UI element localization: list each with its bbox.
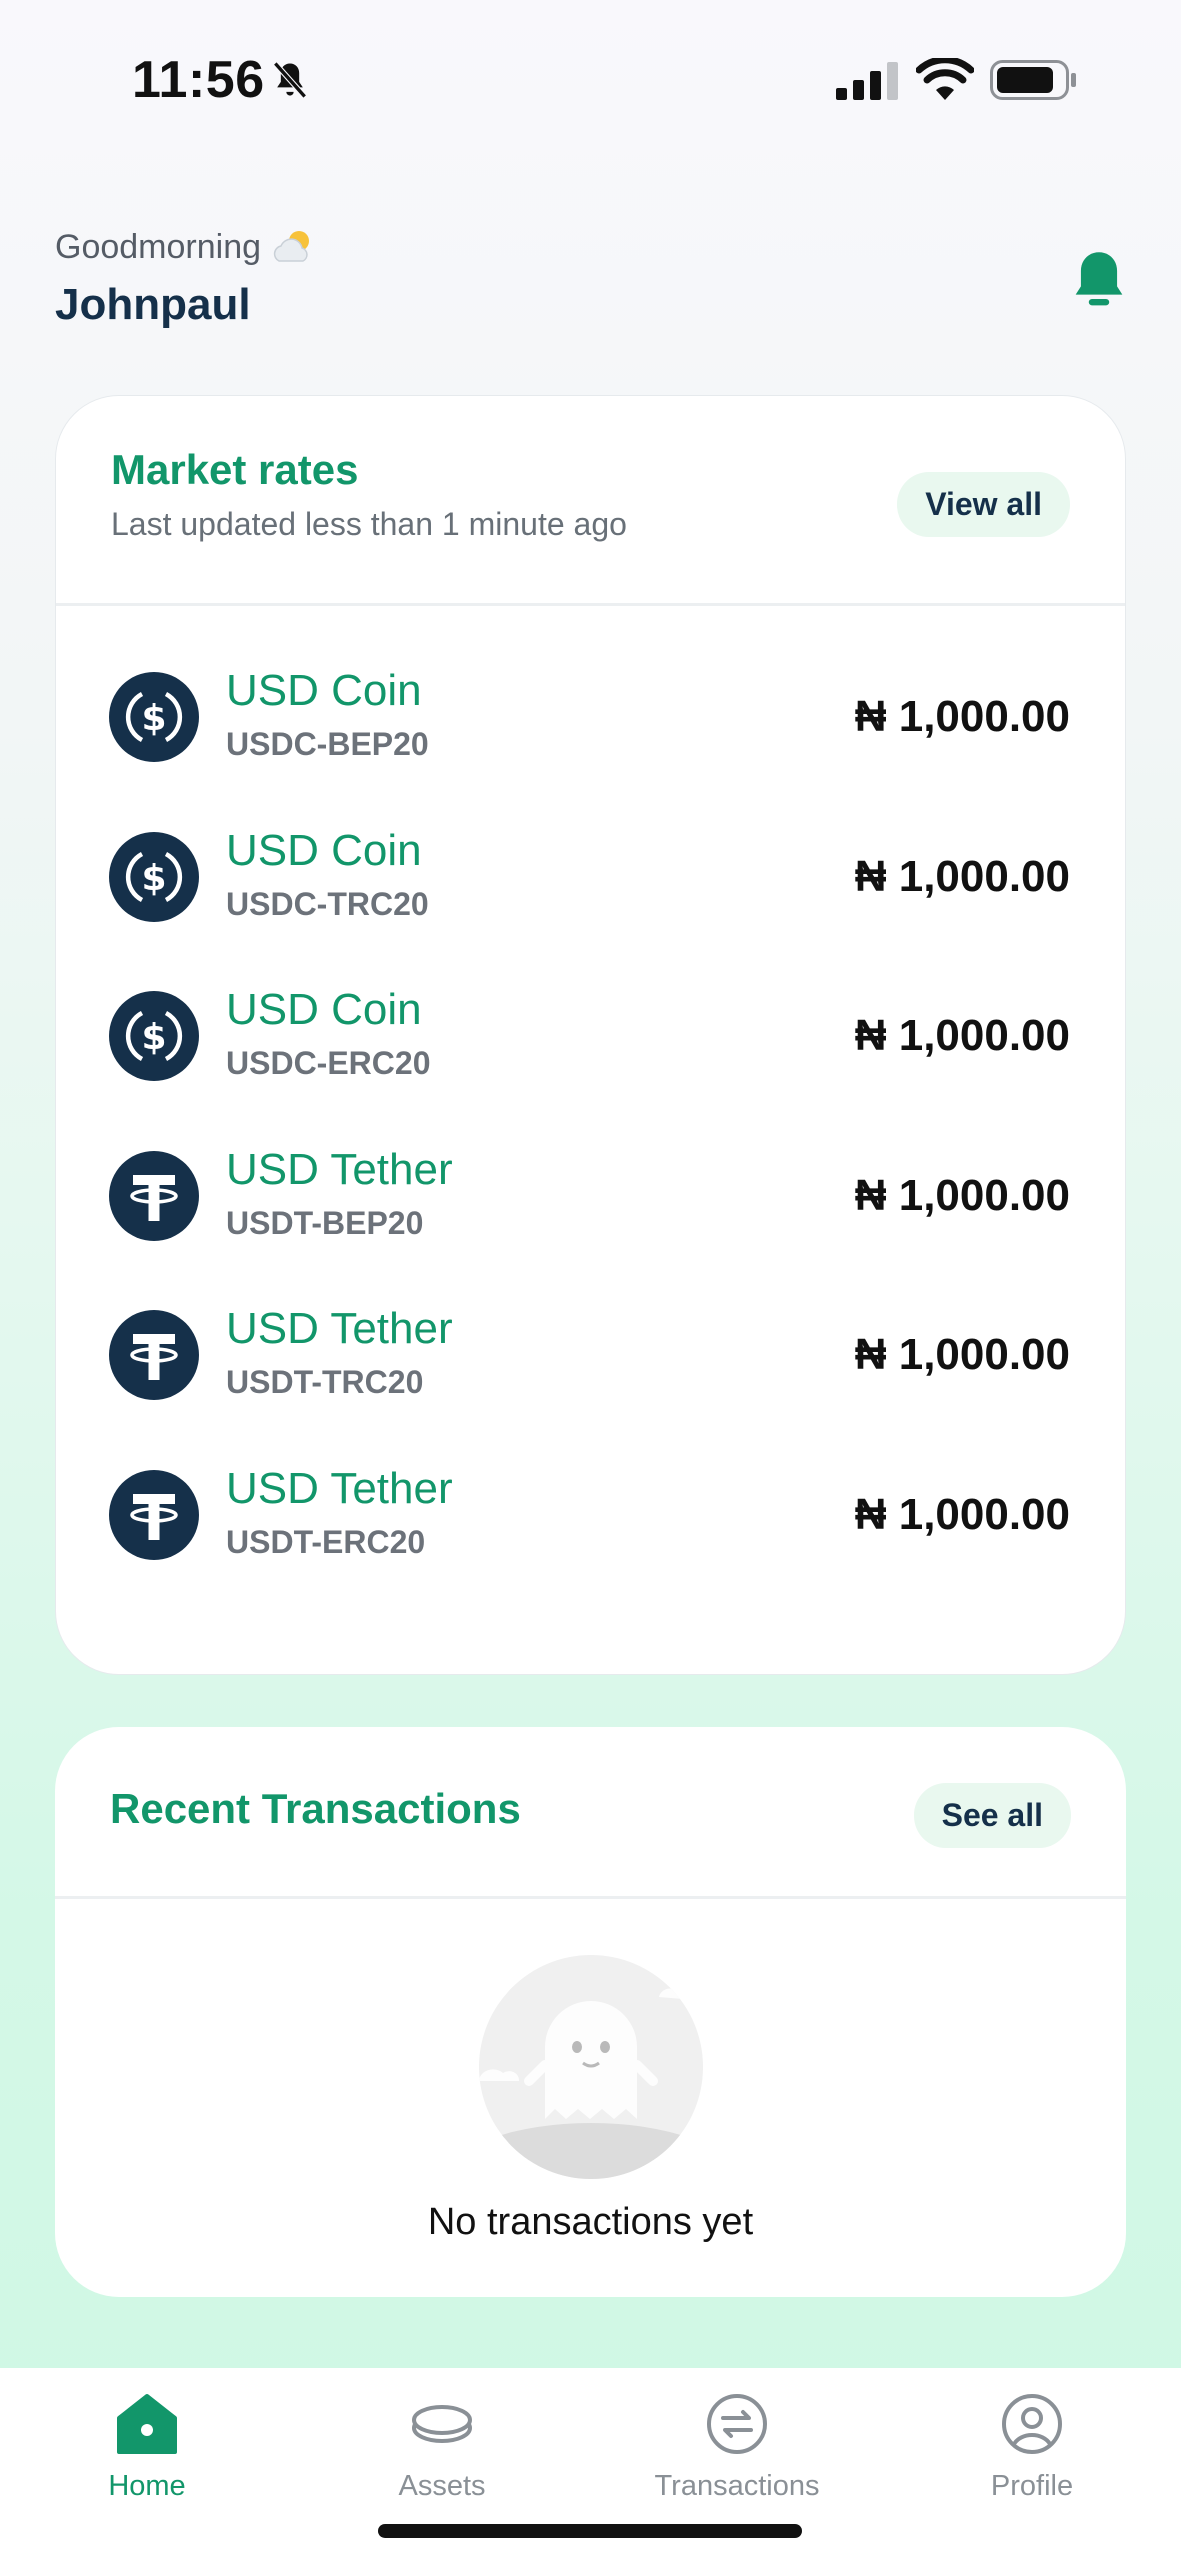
muted-bell-icon	[273, 61, 307, 99]
exchange-icon	[707, 2394, 767, 2454]
coin-price: ₦ 1,000.00	[854, 1011, 1070, 1060]
coin-code: USDT-TRC20	[226, 1364, 424, 1400]
view-all-button[interactable]: View all	[897, 472, 1070, 537]
status-bar: 11:56	[0, 0, 1181, 160]
rate-row[interactable]: USD Tether USDT-TRC20 ₦ 1,000.00	[56, 1294, 1125, 1454]
username: Johnpaul	[55, 280, 251, 329]
usdc-icon: $	[109, 991, 199, 1081]
wifi-icon	[916, 58, 974, 100]
battery-icon	[990, 60, 1076, 100]
home-icon	[117, 2394, 177, 2454]
profile-icon	[1002, 2394, 1062, 2454]
nav-transactions[interactable]: Transactions	[617, 2392, 857, 2503]
coin-code: USDC-TRC20	[226, 885, 429, 922]
coin-code: USDT-BEP20	[226, 1204, 424, 1241]
coin-price: ₦ 1,000.00	[854, 1330, 1070, 1379]
nav-assets-label: Assets	[398, 2470, 486, 2502]
empty-state-text: No transactions yet	[427, 2201, 754, 2243]
recent-transactions-card: Recent Transactions See all No transacti…	[55, 1727, 1126, 2297]
coin-name: USD Coin	[226, 825, 422, 875]
notification-bell-icon[interactable]	[1064, 245, 1134, 315]
home-indicator	[378, 2524, 802, 2538]
svg-text:$: $	[141, 858, 166, 899]
sun-cloud-icon	[273, 231, 310, 262]
rate-list: $ USD Coin USDC-BEP20 ₦ 1,000.00 $ USD C…	[56, 656, 1125, 1613]
usdc-icon: $	[109, 672, 199, 762]
coin-code: USDT-ERC20	[226, 1523, 426, 1560]
rate-row[interactable]: $ USD Coin USDC-TRC20 ₦ 1,000.00	[56, 816, 1125, 976]
coin-name: USD Tether	[226, 1463, 453, 1513]
nav-profile-label: Profile	[990, 2470, 1074, 2502]
greeting-text: Goodmorning	[55, 227, 315, 267]
coin-code: USDC-BEP20	[226, 726, 429, 762]
coin-price: ₦ 1,000.00	[854, 1489, 1070, 1539]
usdc-icon: $	[109, 831, 199, 922]
rate-row[interactable]: USD Tether USDT-BEP20 ₦ 1,000.00	[56, 1135, 1125, 1295]
usdt-icon	[109, 1310, 199, 1400]
signal-icon	[836, 62, 898, 100]
greeting-label: Goodmorning	[55, 227, 262, 266]
coins-icon	[412, 2405, 472, 2443]
nav-home-label: Home	[108, 2470, 186, 2502]
coin-price: ₦ 1,000.00	[854, 1170, 1070, 1220]
see-all-button[interactable]: See all	[913, 1783, 1071, 1848]
status-time: 11:56	[132, 51, 265, 109]
ghost-icon	[478, 1955, 703, 2179]
coin-price: ₦ 1,000.00	[854, 851, 1070, 901]
coin-name: USD Tether	[226, 1304, 453, 1353]
nav-assets[interactable]: Assets	[322, 2392, 562, 2503]
rate-row[interactable]: USD Tether USDT-ERC20 ₦ 1,000.00	[56, 1454, 1125, 1614]
nav-profile[interactable]: Profile	[912, 2392, 1152, 2503]
recent-transactions-header: Recent Transactions See all	[55, 1727, 1126, 1899]
empty-state: No transactions yet	[55, 1955, 1126, 2244]
svg-text:$: $	[141, 1017, 166, 1058]
coin-price: ₦ 1,000.00	[854, 692, 1070, 741]
coin-name: USD Coin	[226, 985, 422, 1034]
market-rates-header: Market rates Last updated less than 1 mi…	[56, 396, 1125, 606]
usdt-icon	[109, 1469, 199, 1560]
svg-text:$: $	[141, 698, 166, 739]
recent-transactions-title: Recent Transactions	[110, 1785, 521, 1832]
nav-home[interactable]: Home	[27, 2392, 267, 2503]
rate-row[interactable]: $ USD Coin USDC-BEP20 ₦ 1,000.00	[56, 656, 1125, 816]
coin-name: USD Tether	[226, 1144, 453, 1194]
coin-code: USDC-ERC20	[226, 1045, 431, 1081]
market-rates-card: Market rates Last updated less than 1 mi…	[55, 395, 1126, 1675]
coin-name: USD Coin	[226, 666, 422, 715]
usdt-icon	[109, 1150, 199, 1241]
nav-transactions-label: Transactions	[654, 2470, 820, 2502]
rate-row[interactable]: $ USD Coin USDC-ERC20 ₦ 1,000.00	[56, 975, 1125, 1135]
market-rates-subtitle: Last updated less than 1 minute ago	[111, 506, 627, 542]
market-rates-title: Market rates	[111, 446, 359, 493]
